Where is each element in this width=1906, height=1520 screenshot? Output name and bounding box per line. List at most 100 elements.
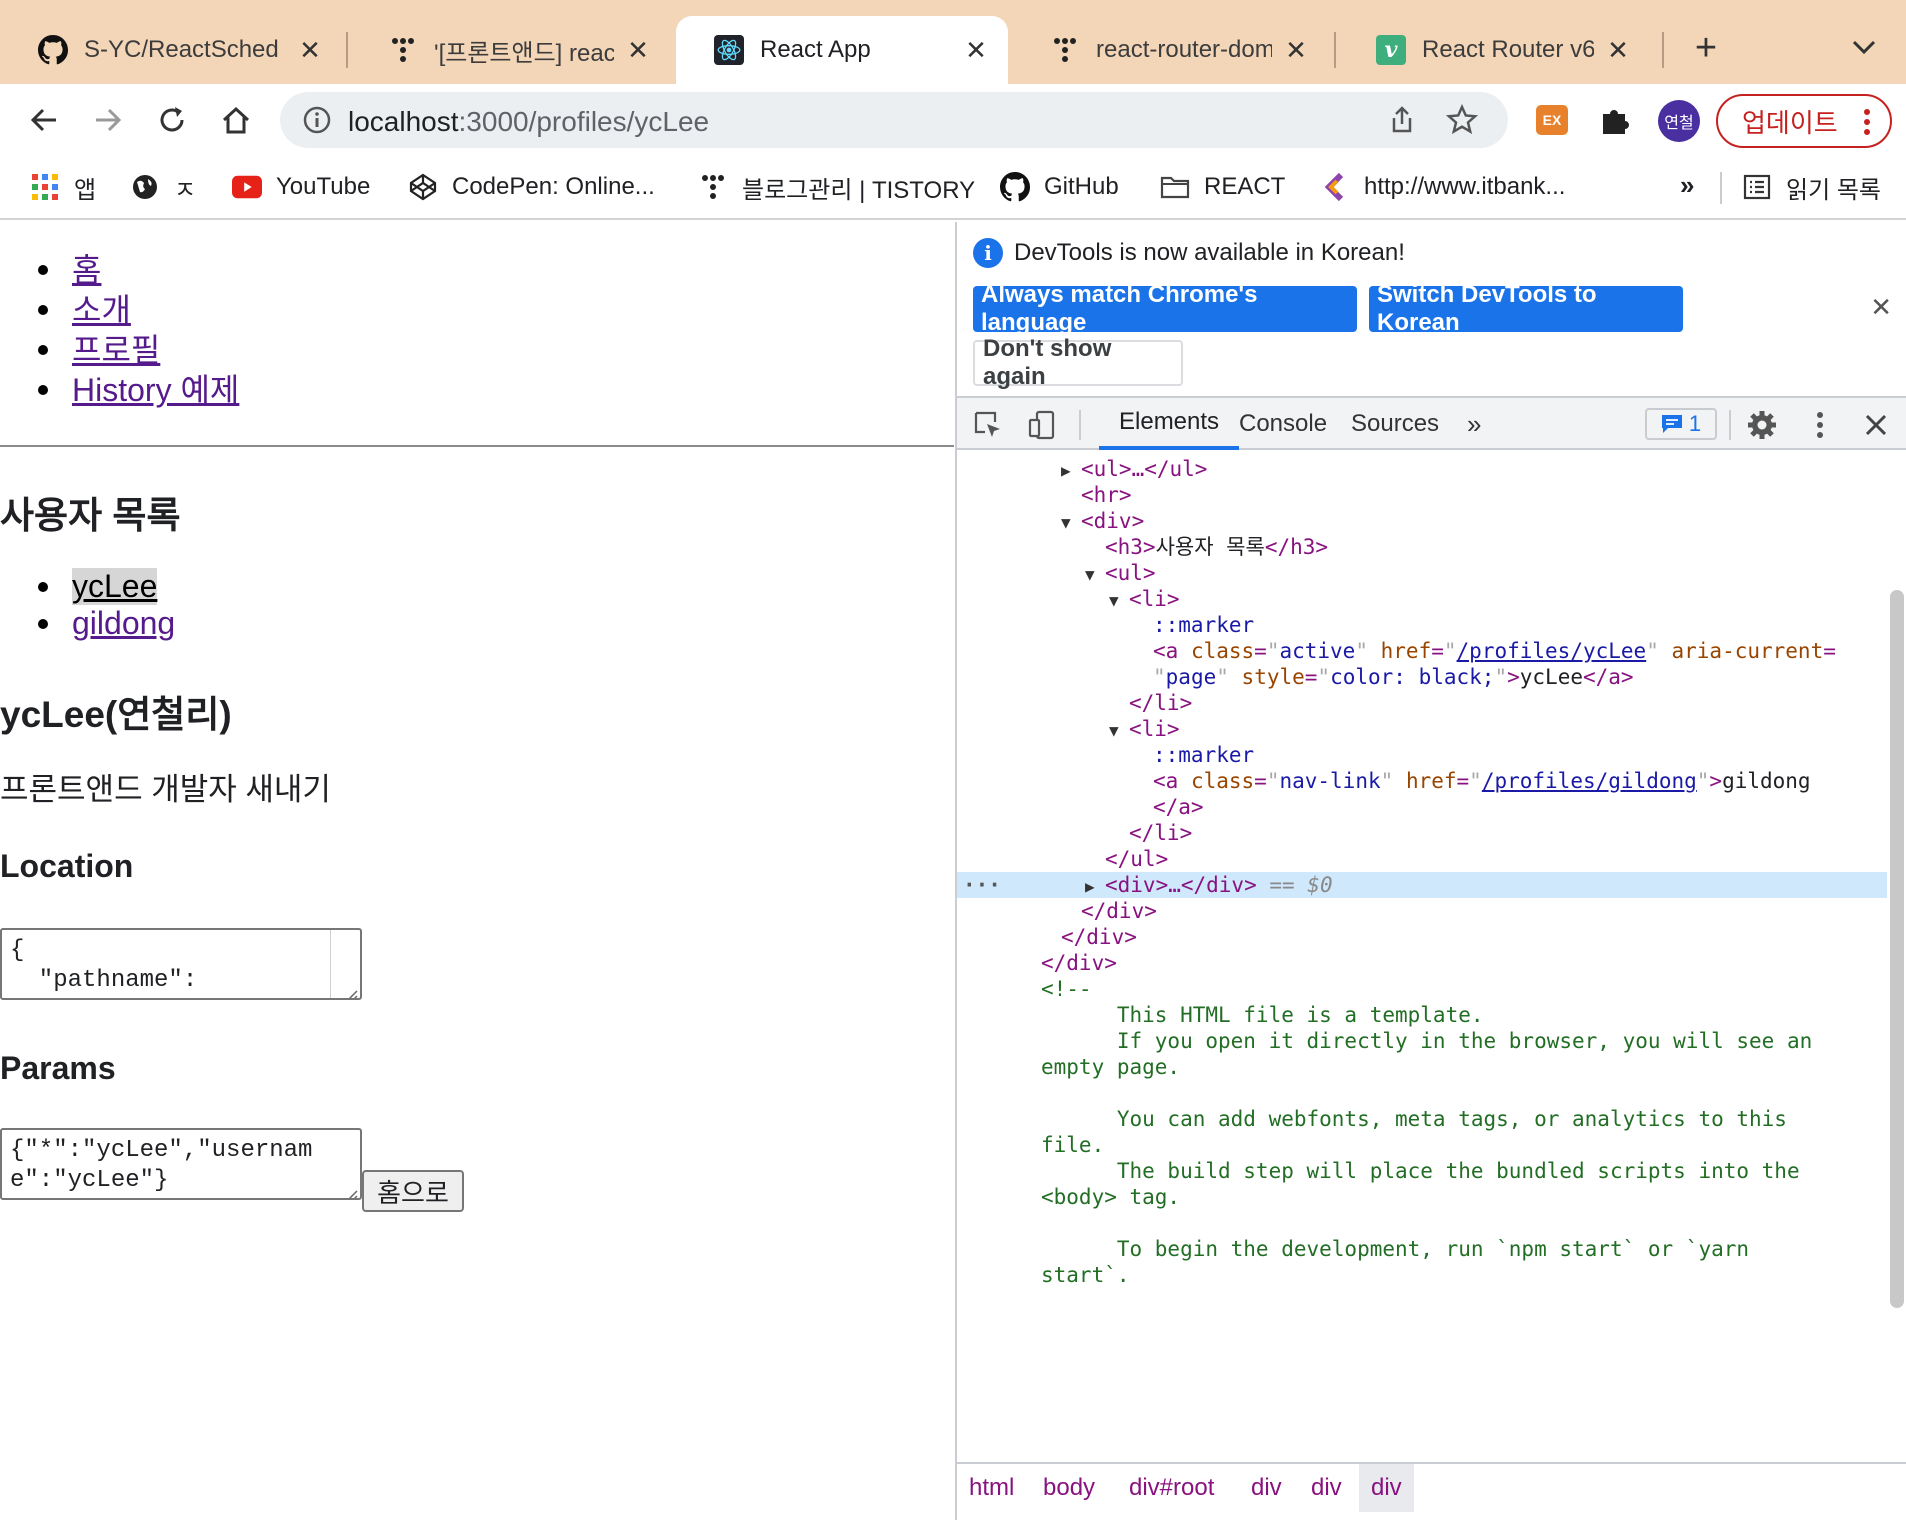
inspect-element-icon[interactable] bbox=[973, 410, 1003, 440]
dom-node-div[interactable]: ▼ <div> bbox=[957, 508, 1887, 534]
breadcrumb-html[interactable]: html bbox=[957, 1464, 1026, 1512]
more-vert-icon[interactable] bbox=[1864, 108, 1870, 136]
tab-github-reactsched[interactable]: S-YC/ReactSched ✕ bbox=[0, 16, 342, 84]
profile-avatar[interactable]: 연철 bbox=[1658, 100, 1700, 142]
bookmark-folder-react[interactable]: REACT bbox=[1160, 170, 1285, 204]
settings-gear-icon[interactable] bbox=[1747, 410, 1777, 440]
close-icon[interactable]: ✕ bbox=[962, 35, 990, 65]
dom-node-ul[interactable]: ▼ <ul> bbox=[957, 560, 1887, 586]
bookmark-codepen[interactable]: CodePen: Online... bbox=[408, 170, 655, 204]
dom-node-div-close[interactable]: </div> bbox=[957, 924, 1887, 950]
tab-console[interactable]: Console bbox=[1219, 398, 1347, 450]
device-toolbar-icon[interactable] bbox=[1027, 410, 1057, 440]
more-tabs-button[interactable]: » bbox=[1447, 398, 1501, 450]
nav-link-history[interactable]: History 예제 bbox=[72, 370, 239, 410]
bookmark-label: http://www.itbank... bbox=[1364, 173, 1566, 200]
location-textarea[interactable]: { "pathname": bbox=[0, 928, 362, 1000]
collapse-triangle-icon[interactable]: ▼ bbox=[1109, 588, 1129, 614]
more-vert-icon[interactable] bbox=[1805, 410, 1835, 440]
dom-href-link[interactable]: /profiles/ycLee bbox=[1457, 639, 1647, 663]
close-icon[interactable]: ✕ bbox=[296, 35, 324, 65]
tab-react-app[interactable]: React App ✕ bbox=[676, 16, 1008, 84]
bookmark-globe[interactable]: ㅈ bbox=[130, 170, 196, 204]
dom-node-marker[interactable]: ::marker bbox=[957, 742, 1887, 768]
tab-react-router-dom[interactable]: react-router-dom ✕ bbox=[1012, 16, 1328, 84]
expand-triangle-icon[interactable]: ▶ bbox=[1061, 458, 1081, 484]
new-tab-button[interactable]: + bbox=[1688, 29, 1724, 67]
tab-react-router-v6[interactable]: v React Router v6 ✕ bbox=[1338, 16, 1650, 84]
home-icon[interactable] bbox=[214, 98, 258, 142]
user-link-yclee[interactable]: ycLee bbox=[72, 568, 158, 605]
dom-tree-scrollbar[interactable] bbox=[1890, 590, 1904, 1308]
close-icon[interactable]: ✕ bbox=[1282, 35, 1310, 65]
resize-grip-icon[interactable] bbox=[344, 982, 358, 998]
user-link-gildong[interactable]: gildong bbox=[72, 605, 175, 642]
dom-node-marker[interactable]: ::marker bbox=[957, 612, 1887, 638]
collapse-triangle-icon[interactable]: ▼ bbox=[1109, 718, 1129, 744]
dom-node-a-active[interactable]: <a class="active" href="/profiles/ycLee"… bbox=[957, 638, 1887, 664]
dom-comment-open[interactable]: <!-- bbox=[957, 976, 1887, 1002]
extension-ex-icon[interactable]: EX bbox=[1536, 105, 1568, 135]
params-textarea[interactable]: {"*":"ycLee","username":"ycLee"} bbox=[0, 1128, 362, 1200]
dom-node-div-close[interactable]: </div> bbox=[957, 950, 1887, 976]
update-button[interactable]: 업데이트 bbox=[1716, 94, 1892, 148]
bookmarks-overflow-button[interactable]: » bbox=[1680, 170, 1694, 201]
bookmark-youtube[interactable]: YouTube bbox=[232, 170, 370, 204]
close-icon[interactable]: ✕ bbox=[1604, 35, 1632, 65]
forward-arrow-icon[interactable] bbox=[86, 98, 130, 142]
resize-grip-icon[interactable] bbox=[344, 1182, 358, 1198]
dom-node-h3[interactable]: <h3>사용자 목록</h3> bbox=[957, 534, 1887, 560]
dom-node-li[interactable]: ▼ <li> bbox=[957, 716, 1887, 742]
back-arrow-icon[interactable] bbox=[22, 98, 66, 142]
dom-href-link[interactable]: /profiles/gildong bbox=[1482, 769, 1697, 793]
tab-tistory-frontend[interactable]: '[프론트앤드] react ✕ bbox=[350, 16, 670, 84]
dom-node-li-close[interactable]: </li> bbox=[957, 690, 1887, 716]
bookmark-github[interactable]: GitHub bbox=[1000, 170, 1119, 204]
site-info-icon[interactable] bbox=[302, 105, 332, 135]
collapse-triangle-icon[interactable]: ▼ bbox=[1085, 562, 1105, 588]
switch-to-korean-button[interactable]: Switch DevTools to Korean bbox=[1369, 281, 1683, 336]
dom-node-a-active-cont[interactable]: "page" style="color: black;">ycLee</a> bbox=[957, 664, 1887, 690]
banner-message: DevTools is now available in Korean! bbox=[1014, 239, 1405, 266]
dom-node-hr[interactable]: <hr> bbox=[957, 482, 1887, 508]
dom-node-a-close[interactable]: </a> bbox=[957, 794, 1887, 820]
close-icon[interactable] bbox=[1861, 410, 1891, 440]
bookmark-itbank[interactable]: http://www.itbank... bbox=[1320, 170, 1565, 204]
share-icon[interactable] bbox=[1386, 104, 1418, 136]
tab-separator bbox=[346, 32, 348, 68]
breadcrumb-div-selected[interactable]: div bbox=[1359, 1464, 1414, 1512]
dom-node-div-selected[interactable]: ··· ▶ <div>…</div> == $0 bbox=[957, 872, 1887, 898]
dom-node-ul-collapsed[interactable]: ▶ <ul>…</ul> bbox=[957, 456, 1887, 482]
issues-counter-button[interactable]: 1 bbox=[1645, 408, 1717, 440]
breadcrumb-div-root[interactable]: div#root bbox=[1117, 1464, 1226, 1512]
expand-triangle-icon[interactable]: ▶ bbox=[1085, 874, 1105, 900]
bookmark-star-icon[interactable] bbox=[1445, 103, 1479, 136]
nav-link-home[interactable]: 홈 bbox=[72, 250, 101, 290]
dom-node-a-navlink[interactable]: <a class="nav-link" href="/profiles/gild… bbox=[957, 768, 1887, 794]
dom-node-ul-close[interactable]: </ul> bbox=[957, 846, 1887, 872]
reload-icon[interactable] bbox=[150, 98, 194, 142]
nav-link-about[interactable]: 소개 bbox=[72, 290, 131, 330]
address-bar[interactable]: localhost:3000/profiles/ycLee bbox=[280, 92, 1508, 148]
go-home-button[interactable]: 홈으로 bbox=[362, 1170, 464, 1212]
dom-node-li-close[interactable]: </li> bbox=[957, 820, 1887, 846]
breadcrumb-div[interactable]: div bbox=[1239, 1464, 1294, 1512]
dom-node-li[interactable]: ▼ <li> bbox=[957, 586, 1887, 612]
reading-list-button[interactable]: 읽기 목록 bbox=[1742, 170, 1881, 204]
collapse-triangle-icon[interactable]: ▼ bbox=[1061, 510, 1081, 536]
more-horiz-icon[interactable]: ··· bbox=[963, 872, 1001, 898]
extensions-puzzle-icon[interactable] bbox=[1597, 102, 1633, 138]
always-match-language-button[interactable]: Always match Chrome's language bbox=[973, 281, 1357, 336]
close-icon[interactable]: ✕ bbox=[624, 35, 652, 65]
bookmark-apps[interactable]: 앱 bbox=[30, 170, 96, 204]
breadcrumb-body[interactable]: body bbox=[1031, 1464, 1107, 1512]
dom-node-div-close[interactable]: </div> bbox=[957, 898, 1887, 924]
bookmark-tistory[interactable]: 블로그관리 | TISTORY bbox=[698, 170, 975, 204]
dont-show-again-button[interactable]: Don't show again bbox=[973, 335, 1183, 390]
nav-link-profiles[interactable]: 프로필 bbox=[72, 330, 160, 370]
chevron-down-icon[interactable] bbox=[1846, 34, 1882, 62]
tab-sources[interactable]: Sources bbox=[1331, 398, 1459, 450]
close-icon[interactable]: ✕ bbox=[1870, 292, 1892, 323]
url-text[interactable]: localhost:3000/profiles/ycLee bbox=[348, 106, 709, 138]
breadcrumb-div[interactable]: div bbox=[1299, 1464, 1354, 1512]
